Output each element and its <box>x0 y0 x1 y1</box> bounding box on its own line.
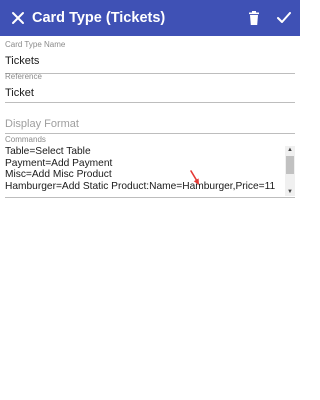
scroll-up-icon[interactable]: ▲ <box>285 146 295 154</box>
commands-text[interactable]: Table=Select Table Payment=Add Payment M… <box>5 146 283 196</box>
display-format-input[interactable]: Display Format <box>5 117 295 131</box>
trash-icon <box>249 11 259 25</box>
reference-input[interactable]: Ticket <box>5 86 295 100</box>
reference-field[interactable]: Reference Ticket <box>5 72 295 108</box>
card-type-name-input[interactable]: Tickets <box>5 54 295 68</box>
reference-label: Reference <box>5 72 42 81</box>
close-icon <box>12 12 24 24</box>
commands-line: Payment=Add Payment <box>5 157 113 169</box>
display-format-underline <box>5 133 295 134</box>
commands-label: Commands <box>5 135 46 144</box>
delete-button[interactable] <box>240 4 268 32</box>
reference-underline <box>5 102 295 103</box>
close-button[interactable] <box>4 4 32 32</box>
page-title: Card Type (Tickets) <box>32 10 166 26</box>
commands-line: Misc=Add Misc Product <box>5 169 112 181</box>
save-button[interactable] <box>270 4 298 32</box>
red-arrow-icon <box>190 170 199 185</box>
commands-line: Table=Select Table <box>5 146 91 157</box>
commands-line: Hamburger=Add Static Product:Name=Hambur… <box>5 180 276 192</box>
scroll-down-icon[interactable]: ▼ <box>285 188 295 196</box>
card-type-name-field[interactable]: Card Type Name Tickets <box>5 40 295 76</box>
commands-scrollbar[interactable]: ▲ ▼ <box>285 146 295 196</box>
card-type-name-label: Card Type Name <box>5 40 66 49</box>
commands-label-wrap: Commands <box>5 135 295 145</box>
app-bar: Card Type (Tickets) <box>0 0 300 36</box>
scroll-thumb[interactable] <box>286 156 294 174</box>
commands-underline <box>5 197 295 198</box>
check-icon <box>277 12 291 23</box>
commands-textarea[interactable]: Table=Select Table Payment=Add Payment M… <box>5 146 295 198</box>
